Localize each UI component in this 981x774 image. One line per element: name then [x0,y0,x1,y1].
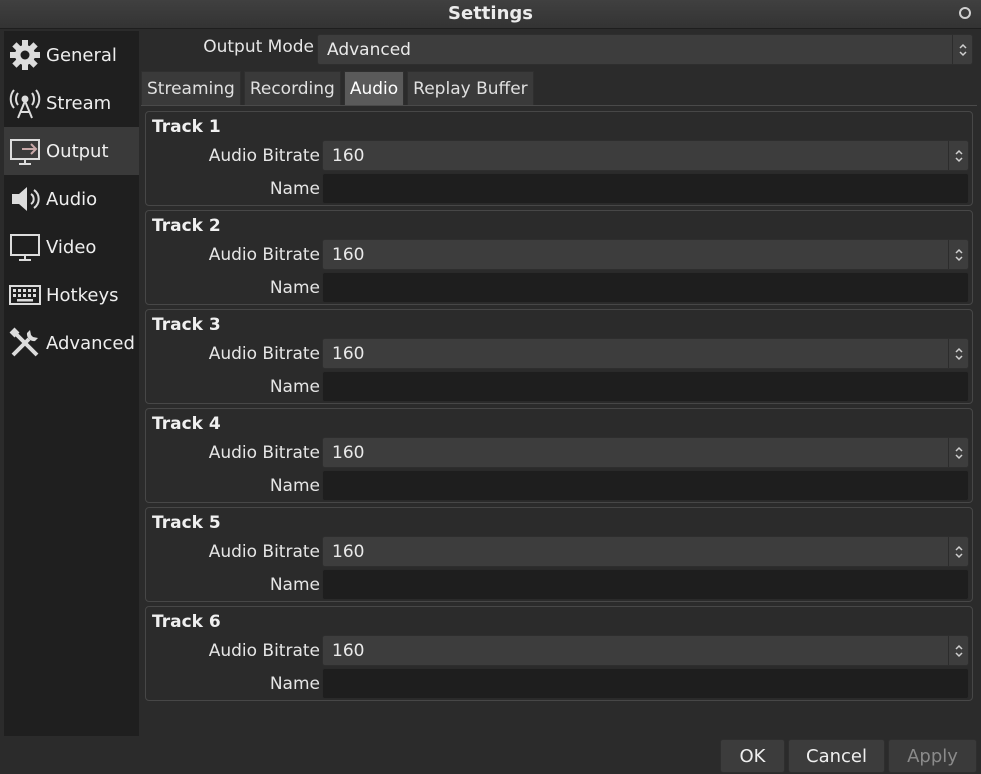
keyboard-icon [8,278,42,312]
track-title: Track 2 [152,216,221,236]
audio-bitrate-label: Audio Bitrate [208,146,320,166]
sidebar-item-label: General [46,44,117,66]
audio-bitrate-select[interactable]: 160 [322,437,969,468]
monitor-icon [8,230,42,264]
output-mode-label: Output Mode [203,37,314,57]
audio-bitrate-value: 160 [332,343,365,364]
sidebar-item-general[interactable]: General [4,31,139,79]
audio-bitrate-label: Audio Bitrate [208,443,320,463]
window-menu-button[interactable] [959,7,971,19]
tools-icon [8,326,42,360]
settings-sidebar: General Stream Output Audio Video Hotkey… [4,31,139,736]
window-title: Settings [448,3,533,24]
track-name-input[interactable] [322,470,969,501]
output-mode-select[interactable]: Advanced [317,34,973,65]
speaker-icon [8,182,42,216]
audio-bitrate-value: 160 [332,442,365,463]
sidebar-item-audio[interactable]: Audio [4,175,139,223]
audio-bitrate-select[interactable]: 160 [322,338,969,369]
sidebar-item-label: Audio [46,188,98,210]
title-bar: Settings [0,0,981,29]
tab-replay-buffer[interactable]: Replay Buffer [407,71,534,105]
sidebar-item-hotkeys[interactable]: Hotkeys [4,271,139,319]
chevron-updown-icon [952,35,972,64]
sidebar-item-label: Video [46,236,97,258]
track-name-label: Name [269,278,320,298]
track-name-input[interactable] [322,569,969,600]
chevron-updown-icon [948,438,968,467]
track-name-input[interactable] [322,371,969,402]
sidebar-item-output[interactable]: Output [4,127,139,175]
output-settings-panel: Output Mode Advanced Streaming Recording… [141,31,977,736]
output-monitor-icon [8,134,42,168]
track-group: Track 6 Audio Bitrate 160 Name [145,606,973,701]
track-name-label: Name [269,674,320,694]
audio-bitrate-select[interactable]: 160 [322,536,969,567]
audio-bitrate-label: Audio Bitrate [208,641,320,661]
sidebar-item-label: Hotkeys [46,284,119,306]
ok-button[interactable]: OK [720,739,785,773]
chevron-updown-icon [948,141,968,170]
track-name-input[interactable] [322,272,969,303]
audio-bitrate-value: 160 [332,145,365,166]
audio-bitrate-value: 160 [332,541,365,562]
chevron-updown-icon [948,240,968,269]
antenna-icon [8,86,42,120]
track-title: Track 5 [152,513,221,533]
track-title: Track 1 [152,117,221,137]
audio-bitrate-select[interactable]: 160 [322,635,969,666]
gear-icon [8,38,42,72]
audio-bitrate-select[interactable]: 160 [322,140,969,171]
track-group: Track 3 Audio Bitrate 160 Name [145,309,973,404]
audio-bitrate-value: 160 [332,244,365,265]
chevron-updown-icon [948,636,968,665]
audio-bitrate-select[interactable]: 160 [322,239,969,270]
track-title: Track 3 [152,315,221,335]
track-name-label: Name [269,377,320,397]
chevron-updown-icon [948,339,968,368]
audio-bitrate-value: 160 [332,640,365,661]
track-name-input[interactable] [322,173,969,204]
sidebar-item-label: Advanced [46,332,135,354]
track-group: Track 2 Audio Bitrate 160 Name [145,210,973,305]
chevron-updown-icon [948,537,968,566]
track-title: Track 4 [152,414,221,434]
sidebar-item-stream[interactable]: Stream [4,79,139,127]
audio-bitrate-label: Audio Bitrate [208,344,320,364]
track-name-label: Name [269,179,320,199]
tab-audio[interactable]: Audio [343,71,405,105]
sidebar-item-label: Stream [46,92,112,114]
audio-bitrate-label: Audio Bitrate [208,542,320,562]
output-mode-value: Advanced [327,39,411,60]
tab-divider [141,105,977,106]
audio-bitrate-label: Audio Bitrate [208,245,320,265]
track-name-label: Name [269,575,320,595]
apply-button[interactable]: Apply [888,739,977,773]
sidebar-item-label: Output [46,140,109,162]
cancel-button[interactable]: Cancel [788,739,885,773]
track-group: Track 1 Audio Bitrate 160 Name [145,111,973,206]
sidebar-item-advanced[interactable]: Advanced [4,319,139,367]
sidebar-item-video[interactable]: Video [4,223,139,271]
tab-recording[interactable]: Recording [243,71,341,105]
track-group: Track 4 Audio Bitrate 160 Name [145,408,973,503]
output-tabs: Streaming Recording Audio Replay Buffer [141,71,537,105]
track-name-label: Name [269,476,320,496]
track-group: Track 5 Audio Bitrate 160 Name [145,507,973,602]
tab-streaming[interactable]: Streaming [141,71,241,105]
track-name-input[interactable] [322,668,969,699]
track-title: Track 6 [152,612,221,632]
